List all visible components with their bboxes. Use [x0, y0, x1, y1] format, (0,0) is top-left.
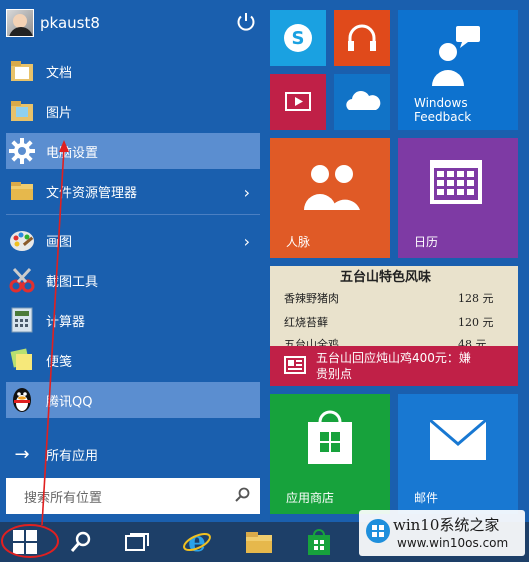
watermark-logo-icon [366, 519, 390, 543]
watermark-title: win10系统之家 [393, 516, 500, 534]
annotation-arrow-line [41, 147, 65, 526]
annotation-arrowhead [59, 140, 69, 152]
site-watermark: win10系统之家 www.win10os.com [359, 510, 525, 556]
annotation-overlay [1, 140, 69, 558]
start-button-highlight-circle [1, 524, 59, 558]
watermark-url: www.win10os.com [397, 536, 509, 550]
